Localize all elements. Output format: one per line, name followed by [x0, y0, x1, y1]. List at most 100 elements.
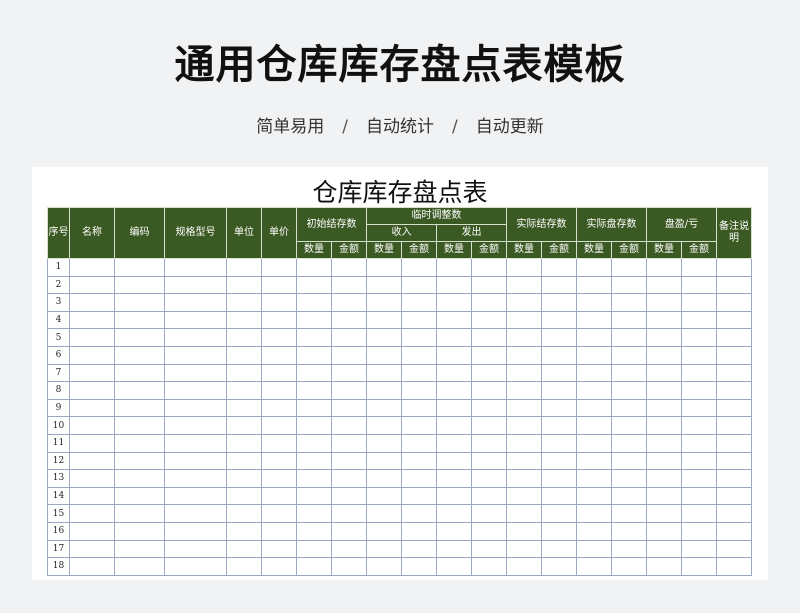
table-cell[interactable]	[296, 504, 332, 523]
table-cell[interactable]	[366, 363, 402, 383]
table-cell[interactable]	[576, 504, 612, 523]
table-cell[interactable]	[541, 469, 577, 488]
table-cell[interactable]	[611, 310, 647, 330]
table-cell[interactable]	[331, 539, 367, 559]
table-cell[interactable]	[69, 398, 115, 418]
table-cell[interactable]	[611, 521, 647, 541]
table-cell[interactable]	[331, 363, 367, 383]
table-cell[interactable]	[261, 557, 297, 576]
table-cell[interactable]	[646, 345, 682, 365]
table-cell[interactable]	[471, 345, 507, 365]
table-cell[interactable]	[401, 469, 437, 488]
table-cell[interactable]	[114, 433, 165, 453]
table-cell[interactable]	[69, 328, 115, 347]
table-cell[interactable]	[261, 486, 297, 506]
table-cell[interactable]	[506, 469, 542, 488]
table-cell[interactable]	[164, 504, 227, 523]
table-cell[interactable]	[646, 451, 682, 471]
table-cell[interactable]	[436, 310, 472, 330]
table-cell[interactable]	[471, 398, 507, 418]
table-cell[interactable]	[401, 486, 437, 506]
table-cell[interactable]	[646, 398, 682, 418]
table-cell[interactable]	[681, 416, 717, 435]
table-cell[interactable]	[366, 381, 402, 400]
table-cell[interactable]	[114, 486, 165, 506]
table-cell[interactable]	[114, 557, 165, 576]
table-cell[interactable]	[69, 557, 115, 576]
table-cell[interactable]	[541, 451, 577, 471]
table-cell[interactable]	[611, 363, 647, 383]
table-cell[interactable]	[331, 451, 367, 471]
table-cell[interactable]	[366, 557, 402, 576]
table-cell[interactable]	[681, 310, 717, 330]
table-cell[interactable]	[114, 504, 165, 523]
table-cell[interactable]	[471, 293, 507, 312]
table-cell[interactable]	[261, 521, 297, 541]
table-cell[interactable]	[436, 557, 472, 576]
table-cell[interactable]	[611, 451, 647, 471]
table-cell[interactable]	[506, 381, 542, 400]
table-cell[interactable]	[366, 328, 402, 347]
table-cell[interactable]	[681, 486, 717, 506]
table-cell[interactable]	[681, 521, 717, 541]
table-cell[interactable]	[506, 363, 542, 383]
table-cell[interactable]	[296, 521, 332, 541]
table-cell[interactable]	[646, 258, 682, 277]
table-cell[interactable]	[541, 539, 577, 559]
table-cell[interactable]	[114, 521, 165, 541]
table-cell[interactable]	[471, 557, 507, 576]
table-cell[interactable]	[226, 363, 262, 383]
table-cell[interactable]	[506, 328, 542, 347]
table-cell[interactable]	[331, 398, 367, 418]
table-cell[interactable]	[296, 328, 332, 347]
table-cell[interactable]	[401, 293, 437, 312]
table-cell[interactable]	[681, 328, 717, 347]
table-cell[interactable]	[69, 310, 115, 330]
table-cell[interactable]	[164, 293, 227, 312]
table-cell[interactable]	[366, 398, 402, 418]
table-cell[interactable]	[716, 328, 752, 347]
table-cell[interactable]	[366, 451, 402, 471]
table-cell[interactable]	[114, 258, 165, 277]
table-cell[interactable]	[114, 451, 165, 471]
table-cell[interactable]	[296, 557, 332, 576]
table-cell[interactable]	[576, 363, 612, 383]
table-cell[interactable]	[226, 258, 262, 277]
table-cell[interactable]	[576, 328, 612, 347]
table-cell[interactable]	[401, 521, 437, 541]
table-cell[interactable]	[164, 557, 227, 576]
table-cell[interactable]	[296, 433, 332, 453]
table-cell[interactable]	[611, 557, 647, 576]
table-cell[interactable]	[436, 293, 472, 312]
table-cell[interactable]	[331, 469, 367, 488]
table-cell[interactable]	[366, 310, 402, 330]
table-cell[interactable]	[471, 310, 507, 330]
table-cell[interactable]	[366, 258, 402, 277]
table-cell[interactable]	[471, 363, 507, 383]
table-cell[interactable]	[681, 433, 717, 453]
table-cell[interactable]	[226, 469, 262, 488]
table-cell[interactable]	[541, 486, 577, 506]
table-cell[interactable]	[471, 451, 507, 471]
table-cell[interactable]	[611, 469, 647, 488]
table-cell[interactable]	[541, 258, 577, 277]
table-cell[interactable]	[646, 557, 682, 576]
table-cell[interactable]	[541, 345, 577, 365]
table-cell[interactable]	[164, 258, 227, 277]
table-cell[interactable]	[436, 398, 472, 418]
table-cell[interactable]	[261, 293, 297, 312]
table-cell[interactable]	[471, 258, 507, 277]
table-cell[interactable]	[506, 433, 542, 453]
table-cell[interactable]	[164, 310, 227, 330]
table-cell[interactable]	[69, 521, 115, 541]
table-cell[interactable]	[611, 486, 647, 506]
table-cell[interactable]	[296, 381, 332, 400]
table-cell[interactable]	[541, 416, 577, 435]
table-cell[interactable]	[611, 504, 647, 523]
table-cell[interactable]	[576, 293, 612, 312]
table-cell[interactable]	[226, 293, 262, 312]
table-cell[interactable]	[331, 486, 367, 506]
table-cell[interactable]	[331, 433, 367, 453]
table-cell[interactable]	[716, 275, 752, 295]
table-cell[interactable]	[69, 486, 115, 506]
